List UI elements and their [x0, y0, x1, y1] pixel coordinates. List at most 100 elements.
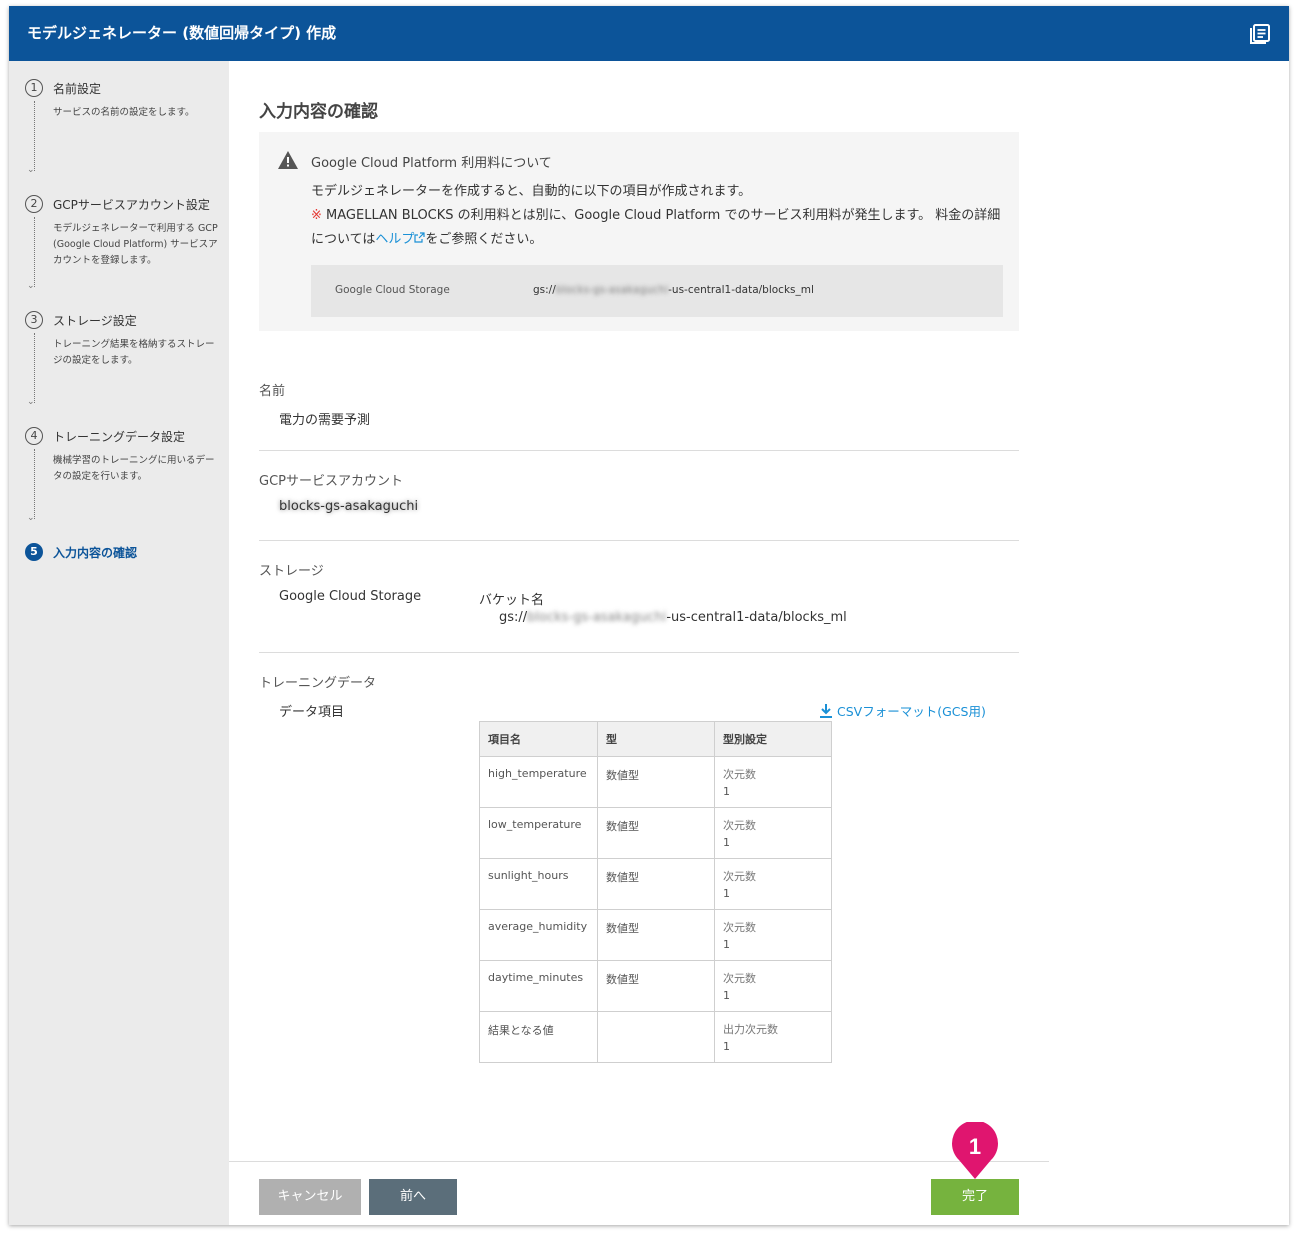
step-number: 1	[25, 79, 43, 97]
chevron-down-icon: ⌄	[27, 513, 35, 523]
external-link-icon	[414, 232, 425, 243]
previous-button[interactable]: 前へ	[369, 1179, 457, 1215]
item-type-cell	[597, 1011, 715, 1063]
setting-label: 次元数	[723, 768, 756, 781]
item-name-cell: 結果となる値	[479, 1011, 598, 1063]
table-header-row: 項目名 型 型別設定	[479, 721, 832, 757]
title-bar: モデルジェネレーター (数値回帰タイプ) 作成	[9, 6, 1289, 61]
gcp-fee-notice: Google Cloud Platform 利用料について モデルジェネレーター…	[259, 132, 1019, 331]
notice-text: モデルジェネレーターを作成すると、自動的に以下の項目が作成されます。 ※ MAG…	[311, 180, 1001, 252]
bucket-name-value: gs://blocks-gs-asakaguchi-us-central1-da…	[499, 610, 847, 625]
created-resources-box: Google Cloud Storage gs://blocks-gs-asak…	[311, 265, 1003, 317]
document-list-icon[interactable]	[1249, 23, 1271, 45]
data-items-table: 項目名 型 型別設定 high_temperature 数値型 次元数 1 low…	[479, 721, 832, 1063]
resource-path-redacted: blocks-gs-asakaguchi	[555, 284, 669, 296]
csv-format-download-link[interactable]: CSVフォーマット(GCS用)	[819, 701, 986, 720]
step-description: モデルジェネレーターで利用する GCP (Google Cloud Platfo…	[53, 223, 218, 266]
notice-title: Google Cloud Platform 利用料について	[311, 156, 552, 171]
setting-label: 出力次元数	[723, 1023, 778, 1036]
divider	[259, 652, 1019, 653]
table-row: daytime_minutes 数値型 次元数 1	[479, 960, 832, 1012]
item-name-cell: high_temperature	[479, 756, 598, 808]
step-connector	[34, 101, 35, 171]
step-number: 4	[25, 427, 43, 445]
help-link[interactable]: ヘルプ	[375, 232, 425, 247]
setting-value: 1	[723, 1040, 730, 1053]
table-row: sunlight_hours 数値型 次元数 1	[479, 858, 832, 910]
data-items-label: データ項目	[279, 705, 345, 720]
csv-link-label: CSVフォーマット(GCS用)	[837, 704, 986, 719]
setting-value: 1	[723, 785, 730, 798]
service-name-value: 電力の需要予測	[279, 413, 371, 428]
account-section-label: GCPサービスアカウント	[259, 474, 403, 489]
page-title: 入力内容の確認	[259, 102, 378, 122]
resource-path-suffix: -us-central1-data/blocks_ml	[668, 284, 814, 296]
column-header-name: 項目名	[479, 721, 598, 757]
footer-divider	[229, 1161, 1049, 1162]
step-description: サービスの名前の設定をします。	[53, 107, 195, 118]
chevron-down-icon: ⌄	[27, 165, 35, 175]
item-type-cell: 数値型	[597, 756, 715, 808]
download-icon	[820, 704, 832, 718]
step-label: 入力内容の確認	[53, 546, 138, 560]
storage-section-label: ストレージ	[259, 564, 324, 579]
divider	[259, 450, 1019, 451]
chevron-down-icon: ⌄	[27, 281, 35, 291]
warning-icon	[278, 151, 298, 169]
notice-mark: ※	[311, 208, 322, 223]
bucket-name-label: バケット名	[479, 593, 545, 608]
chevron-down-icon: ⌄	[27, 397, 35, 407]
step-label: 名前設定	[53, 82, 102, 96]
resource-path: gs://blocks-gs-asakaguchi-us-central1-da…	[533, 284, 814, 296]
item-setting-cell: 次元数 1	[714, 858, 832, 910]
setting-label: 次元数	[723, 972, 756, 985]
name-section-label: 名前	[259, 384, 286, 399]
item-setting-cell: 次元数 1	[714, 807, 832, 859]
setting-value: 1	[723, 887, 730, 900]
notice-line-1: モデルジェネレーターを作成すると、自動的に以下の項目が作成されます。	[311, 184, 752, 199]
step-label: トレーニングデータ設定	[53, 430, 186, 444]
step-label: ストレージ設定	[53, 314, 137, 328]
step-connector	[34, 333, 35, 403]
bucket-prefix: gs://	[499, 610, 528, 625]
item-type-cell: 数値型	[597, 909, 715, 961]
step-number: 3	[25, 311, 43, 329]
done-button[interactable]: 完了	[931, 1179, 1019, 1215]
divider	[259, 540, 1019, 541]
step-number: 5	[25, 543, 43, 561]
cancel-button[interactable]: キャンセル	[259, 1179, 361, 1215]
window-title: モデルジェネレーター (数値回帰タイプ) 作成	[27, 24, 337, 42]
item-type-cell: 数値型	[597, 807, 715, 859]
resource-path-prefix: gs://	[533, 284, 556, 296]
item-type-cell: 数値型	[597, 960, 715, 1012]
bucket-redacted: blocks-gs-asakaguchi	[527, 610, 667, 625]
bucket-suffix: -us-central1-data/blocks_ml	[666, 610, 847, 625]
storage-type-value: Google Cloud Storage	[279, 589, 422, 604]
setting-label: 次元数	[723, 870, 756, 883]
setting-value: 1	[723, 836, 730, 849]
setting-value: 1	[723, 989, 730, 1002]
main-content: 入力内容の確認 Google Cloud Platform 利用料について モデ…	[229, 61, 1289, 1225]
modal-window: モデルジェネレーター (数値回帰タイプ) 作成 1 名前設定 サービスの名前の設…	[9, 6, 1289, 1225]
step-connector	[34, 217, 35, 287]
training-section-label: トレーニングデータ	[259, 676, 377, 691]
item-name-cell: low_temperature	[479, 807, 598, 859]
setting-label: 次元数	[723, 819, 756, 832]
setting-value: 1	[723, 938, 730, 951]
table-row: low_temperature 数値型 次元数 1	[479, 807, 832, 859]
table-row: high_temperature 数値型 次元数 1	[479, 756, 832, 808]
step-connector	[34, 449, 35, 519]
step-description: トレーニング結果を格納するストレージの設定をします。	[53, 339, 215, 366]
setting-label: 次元数	[723, 921, 756, 934]
step-sidebar: 1 名前設定 サービスの名前の設定をします。 ⌄ 2 GCPサービスアカウント設…	[9, 61, 229, 1225]
column-header-type: 型	[597, 721, 715, 757]
step-description: 機械学習のトレーニングに用いるデータの設定を行います。	[53, 455, 215, 482]
item-setting-cell: 次元数 1	[714, 909, 832, 961]
step-label: GCPサービスアカウント設定	[53, 198, 210, 212]
table-row: average_humidity 数値型 次元数 1	[479, 909, 832, 961]
step-number: 2	[25, 195, 43, 213]
notice-line-2-end: をご参照ください。	[425, 232, 543, 247]
item-type-cell: 数値型	[597, 858, 715, 910]
account-value-redacted: blocks-gs-asakaguchi	[279, 499, 419, 514]
item-name-cell: daytime_minutes	[479, 960, 598, 1012]
